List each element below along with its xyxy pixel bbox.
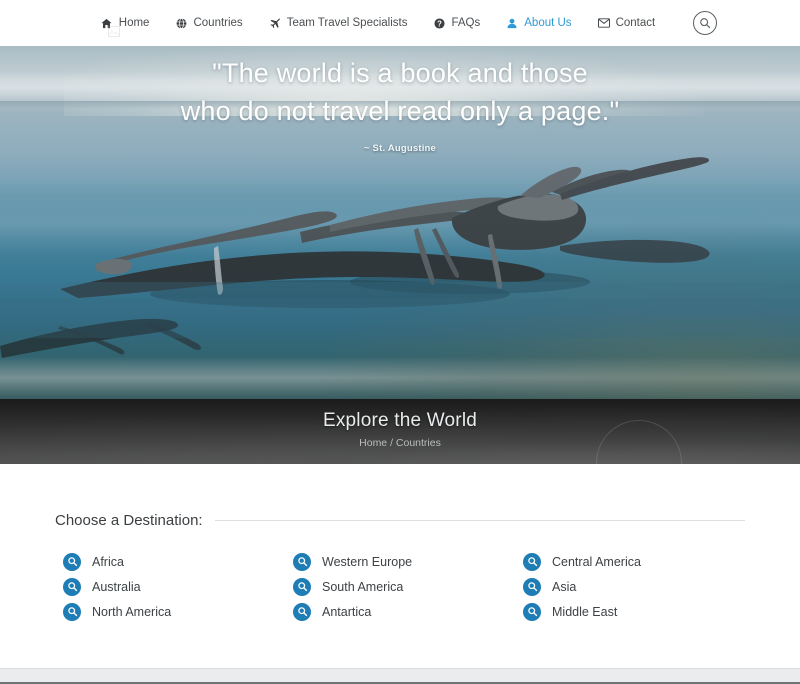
nav-item-countries[interactable]: Countries xyxy=(175,17,243,29)
user-icon xyxy=(506,17,518,29)
nav-item-about-us[interactable]: About Us xyxy=(506,17,572,29)
destination-label: Africa xyxy=(92,554,124,569)
destination-label: Middle East xyxy=(552,604,618,619)
destination-item-africa[interactable]: Africa xyxy=(55,549,285,574)
destination-label: North America xyxy=(92,604,172,619)
destination-item-central-america[interactable]: Central America xyxy=(515,549,745,574)
broken-image-icon xyxy=(108,26,120,37)
page-root: Home Countries Team Travel Specialists ?… xyxy=(0,0,800,684)
content-container: Choose a Destination: Africa Western Eur… xyxy=(55,464,745,624)
search-circle-icon xyxy=(523,602,541,621)
destination-label: Australia xyxy=(92,579,141,594)
hero-quote-attribution: ~ St. Augustine xyxy=(363,142,437,154)
section-divider xyxy=(214,520,745,521)
search-circle-icon xyxy=(523,577,541,596)
search-circle-icon xyxy=(63,602,81,621)
nav-label: About Us xyxy=(524,17,572,29)
destination-label: Antartica xyxy=(322,604,372,619)
nav-label: FAQs xyxy=(451,17,481,29)
nav-label: Countries xyxy=(193,17,243,29)
hero-quote-line-2: who do not travel read only a page." xyxy=(180,96,620,127)
main-content: Choose a Destination: Africa Western Eur… xyxy=(0,464,800,624)
search-circle-icon xyxy=(63,552,81,571)
destination-item-south-america[interactable]: South America xyxy=(285,574,515,599)
globe-icon xyxy=(175,17,187,29)
hero-quote-block: "The world is a book and those who do no… xyxy=(0,54,800,154)
question-circle-icon: ? xyxy=(433,17,445,29)
nav-item-team-travel-specialists[interactable]: Team Travel Specialists xyxy=(269,17,408,29)
footer-strip xyxy=(0,668,800,684)
section-header: Choose a Destination: xyxy=(55,464,745,529)
destination-item-australia[interactable]: Australia xyxy=(55,574,285,599)
nav-label: Contact xyxy=(615,17,656,29)
svg-text:?: ? xyxy=(437,19,442,28)
destination-item-antartica[interactable]: Antartica xyxy=(285,599,515,624)
main-nav: Home Countries Team Travel Specialists ?… xyxy=(101,11,718,35)
search-circle-icon xyxy=(293,577,311,596)
plane-icon xyxy=(269,17,281,29)
destination-label: South America xyxy=(322,579,404,594)
nav-item-faqs[interactable]: ? FAQs xyxy=(433,17,480,29)
destination-item-middle-east[interactable]: Middle East xyxy=(515,599,745,624)
nav-label: Team Travel Specialists xyxy=(286,17,408,29)
banner-content: Explore the World Home / Countries xyxy=(0,399,800,449)
search-circle-icon xyxy=(523,552,541,571)
hero-quote-line-1: "The world is a book and those xyxy=(212,58,588,88)
section-title: Choose a Destination: xyxy=(55,512,203,529)
search-circle-icon xyxy=(63,577,81,596)
destination-item-north-america[interactable]: North America xyxy=(55,599,285,624)
destination-item-asia[interactable]: Asia xyxy=(515,574,745,599)
destination-item-western-europe[interactable]: Western Europe xyxy=(285,549,515,574)
destination-label: Central America xyxy=(552,554,641,569)
search-circle-icon xyxy=(293,602,311,621)
search-icon xyxy=(700,18,711,29)
nav-item-contact[interactable]: Contact xyxy=(597,17,656,29)
page-title-banner: Explore the World Home / Countries xyxy=(0,399,800,464)
top-navigation-bar: Home Countries Team Travel Specialists ?… xyxy=(0,0,800,46)
destination-label: Asia xyxy=(552,579,577,594)
nav-label: Home xyxy=(118,17,150,29)
hero-banner: "The world is a book and those who do no… xyxy=(0,46,800,399)
destination-grid: Africa Western Europe Central America Au… xyxy=(55,529,745,624)
search-circle-icon xyxy=(293,552,311,571)
site-logo[interactable] xyxy=(108,26,122,38)
envelope-icon xyxy=(597,17,610,29)
page-title: Explore the World xyxy=(322,410,478,431)
destination-label: Western Europe xyxy=(322,554,413,569)
breadcrumb[interactable]: Home / Countries xyxy=(0,437,800,449)
search-button[interactable] xyxy=(693,11,718,35)
